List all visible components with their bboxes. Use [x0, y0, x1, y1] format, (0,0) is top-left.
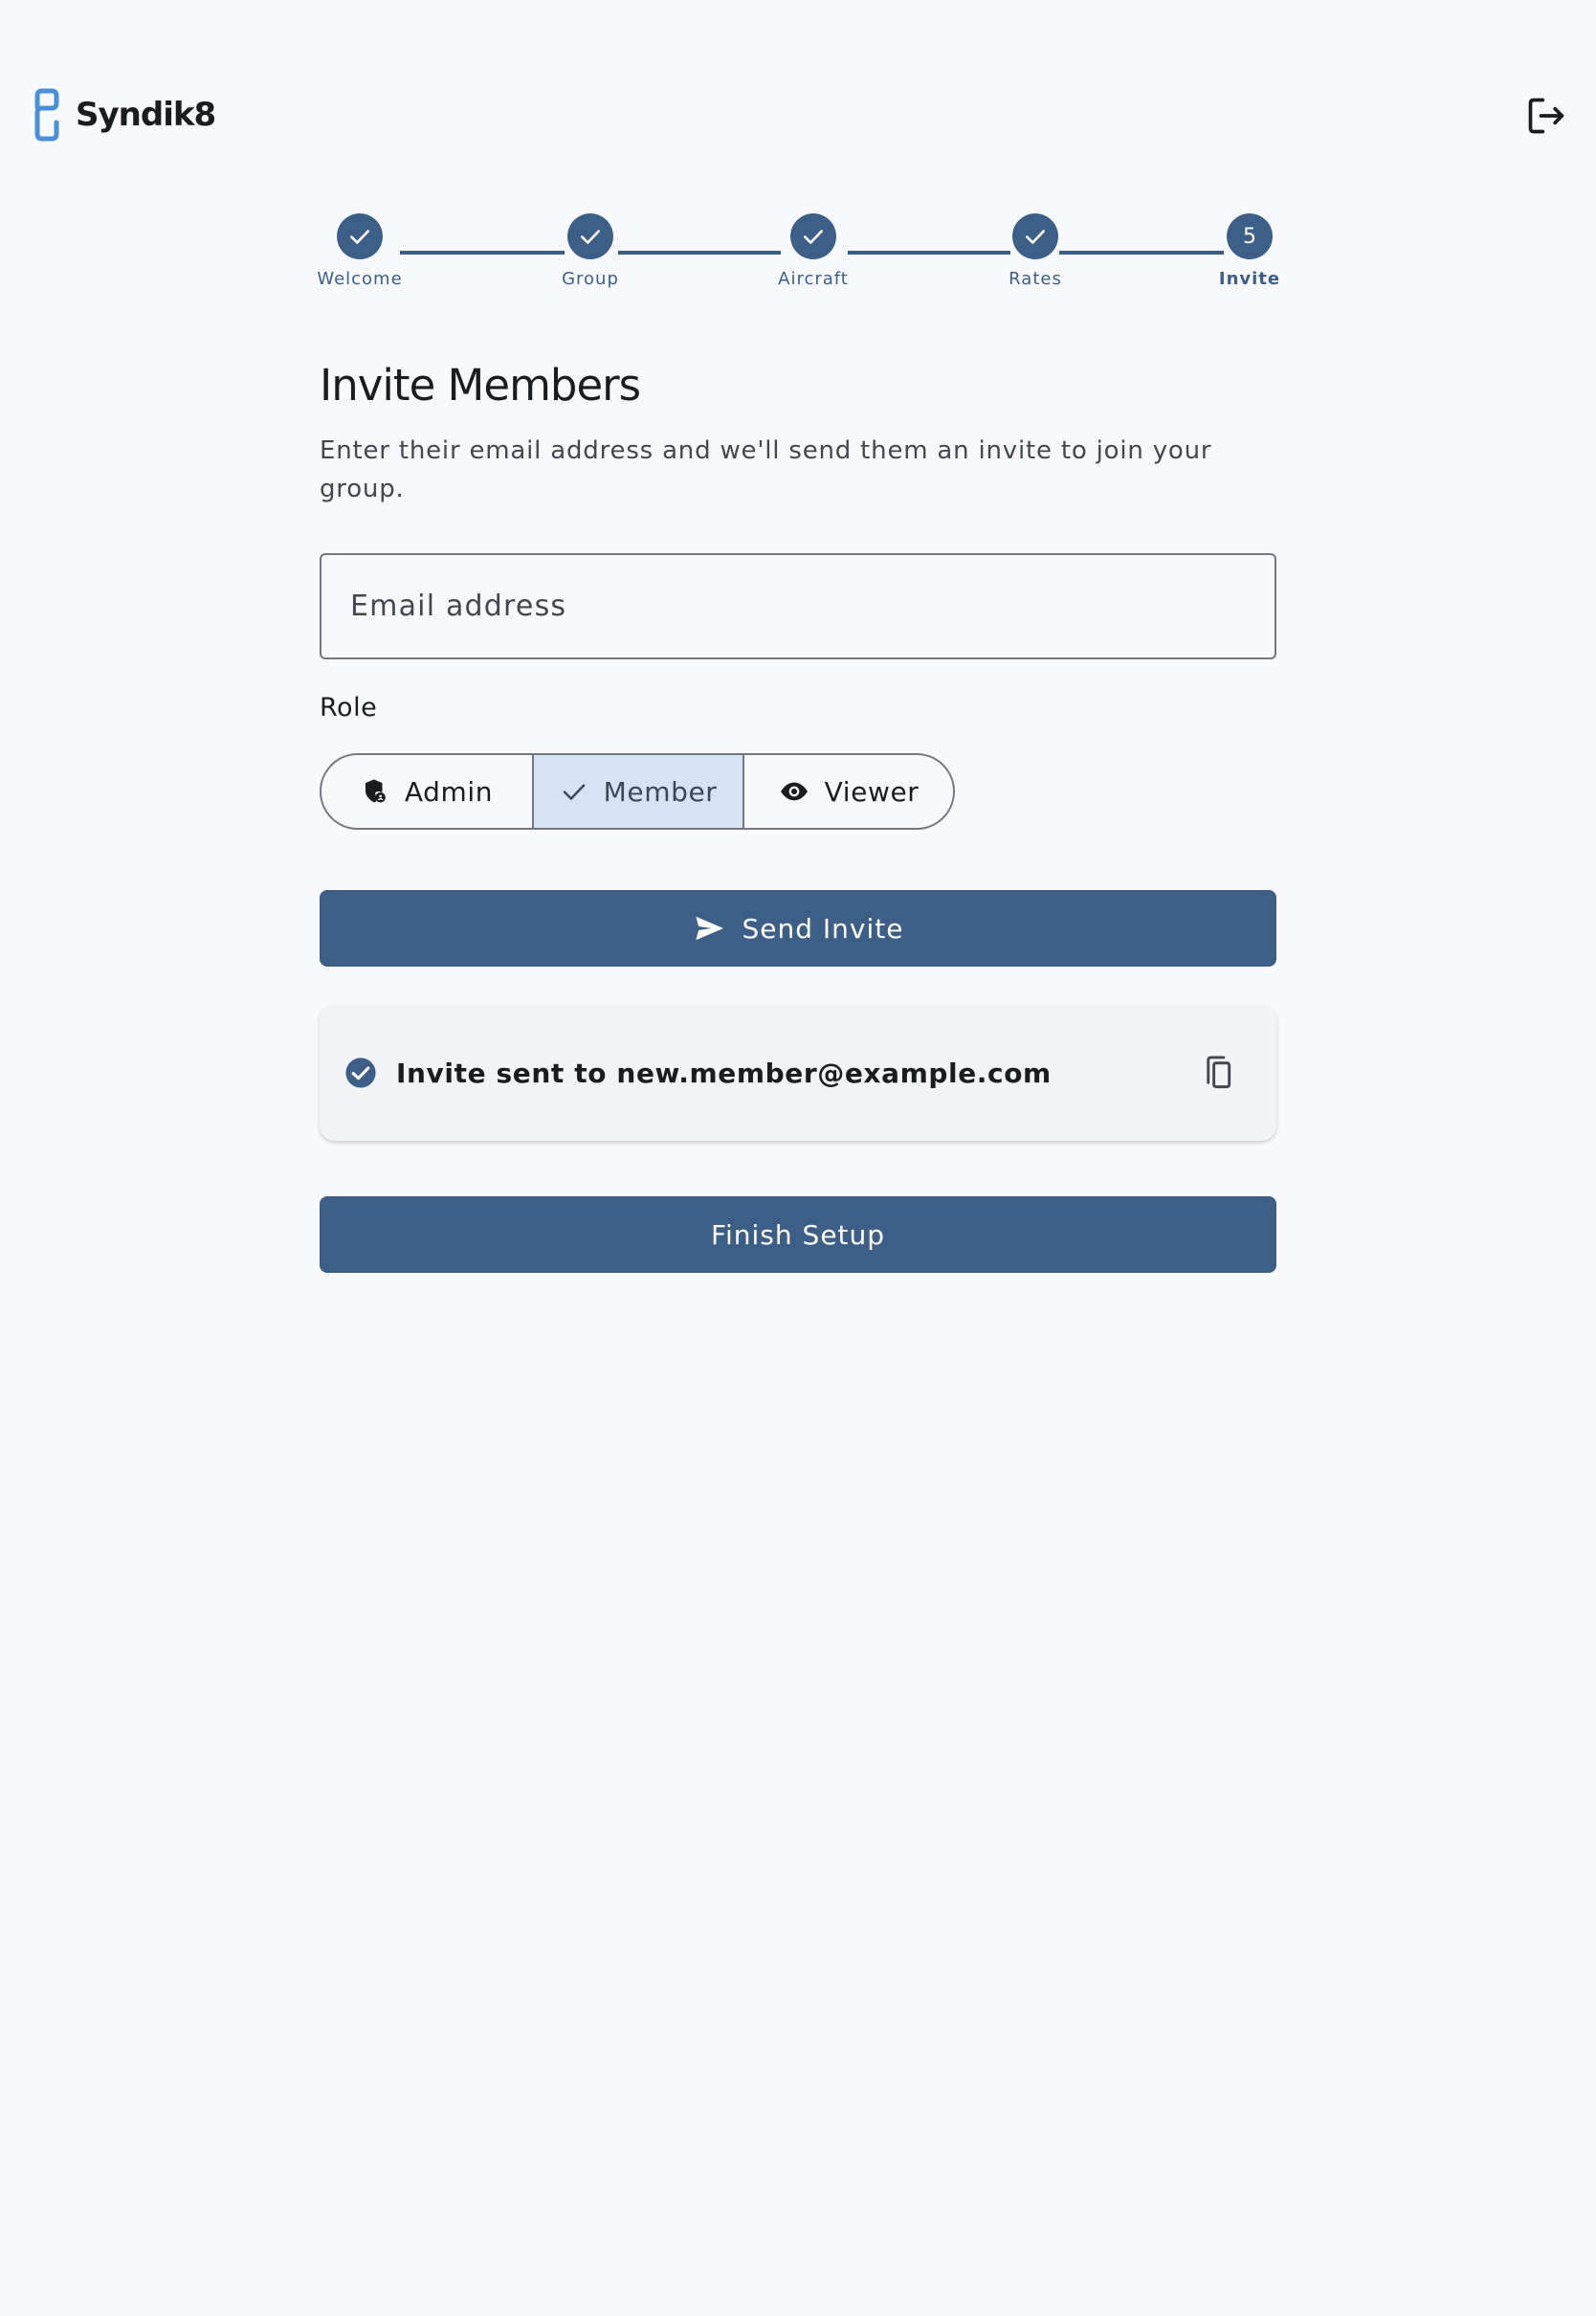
- page-subtitle: Enter their email address and we'll send…: [320, 436, 1212, 503]
- finish-setup-button[interactable]: Finish Setup: [320, 1196, 1276, 1273]
- step-label: Group: [562, 269, 619, 289]
- email-input[interactable]: [320, 553, 1276, 659]
- check-icon: [560, 777, 588, 806]
- step-group[interactable]: Group: [523, 213, 657, 289]
- check-circle-icon: [344, 1057, 377, 1089]
- check-icon: [804, 230, 823, 244]
- role-option-viewer[interactable]: Viewer: [743, 755, 953, 828]
- admin-shield-icon: [361, 777, 389, 806]
- send-invite-button[interactable]: Send Invite: [320, 890, 1276, 967]
- invite-members-form: Invite Members Enter their email address…: [320, 345, 1276, 1273]
- check-icon: [350, 230, 369, 244]
- role-segmented-button: Admin Member Viewer: [320, 753, 955, 830]
- role-label: Role: [320, 693, 378, 723]
- step-aircraft[interactable]: Aircraft: [746, 213, 880, 289]
- check-icon: [1026, 230, 1045, 244]
- step-complete-circle: [790, 213, 836, 259]
- step-label: Welcome: [317, 269, 403, 289]
- role-option-label: Member: [603, 775, 718, 808]
- send-icon: [693, 914, 725, 943]
- role-option-label: Admin: [404, 775, 494, 808]
- eye-icon: [779, 776, 809, 807]
- check-icon: [581, 230, 600, 244]
- step-label: Rates: [1009, 269, 1062, 289]
- invite-status-card: Invite sent to new.member@example.com: [320, 1005, 1276, 1141]
- page-title: Invite Members: [320, 360, 641, 411]
- role-option-admin[interactable]: Admin: [321, 755, 532, 828]
- step-number-circle: 5: [1227, 213, 1273, 259]
- step-complete-circle: [567, 213, 613, 259]
- step-invite[interactable]: 5 Invite: [1183, 213, 1317, 289]
- setup-stepper: Welcome Group Aircraft Rates 5 Invite: [0, 0, 1596, 306]
- step-welcome[interactable]: Welcome: [293, 213, 427, 289]
- step-complete-circle: [1012, 213, 1058, 259]
- step-label: Aircraft: [778, 269, 849, 289]
- invite-status-text: Invite sent to new.member@example.com: [396, 1057, 1052, 1089]
- step-label-active: Invite: [1218, 269, 1281, 289]
- role-option-label: Viewer: [824, 775, 920, 808]
- copy-button[interactable]: [1189, 1044, 1247, 1102]
- copy-icon: [1207, 1056, 1231, 1089]
- send-invite-label: Send Invite: [742, 912, 904, 945]
- step-complete-circle: [337, 213, 383, 259]
- step-rates[interactable]: Rates: [968, 213, 1102, 289]
- role-option-member[interactable]: Member: [532, 755, 743, 828]
